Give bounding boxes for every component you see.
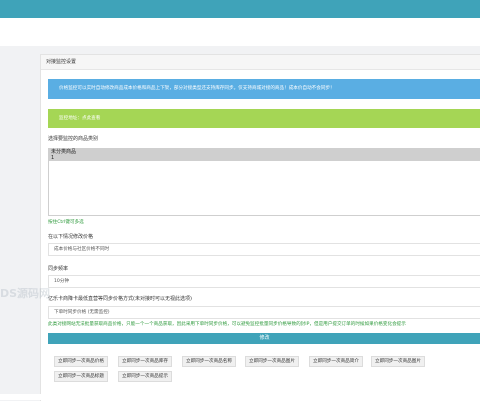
monitor-settings-panel: 对接监控设置 价格监控可以实时自动修改商品成本价格和商品上下架，部分对接类型还支… [40, 54, 480, 401]
sync-name-button[interactable]: 立即同步一次商品名称 [182, 356, 236, 367]
sync-price-button[interactable]: 立即同步一次商品价格 [54, 356, 108, 367]
bottom-bar [0, 394, 480, 400]
info-alert: 价格监控可以实时自动修改商品成本价格和商品上下架，部分对接类型还支持库存同步。仅… [48, 79, 480, 99]
sync-picture-button[interactable]: 立即同步一次商品图片 [371, 356, 425, 367]
sync-stock-button[interactable]: 立即同步一次商品库存 [118, 356, 172, 367]
sync-tip-button[interactable]: 立即同步一次商品提示 [118, 371, 172, 382]
sync-image-button[interactable]: 立即同步一次商品图片 [245, 356, 299, 367]
trade-mode-select[interactable]: 下单时同步价格 (无需监控) [48, 306, 480, 319]
frequency-select[interactable]: 10分钟 [48, 275, 480, 288]
panel-title: 对接监控设置 [41, 55, 480, 70]
submit-button[interactable]: 修改 [48, 333, 480, 344]
sync-intro-button[interactable]: 立即同步一次商品简介 [309, 356, 363, 367]
category-label: 选择要监控的商品类别 [48, 136, 99, 142]
sync-title-button[interactable]: 立即同步一次商品标题 [54, 371, 108, 382]
category-multiselect[interactable]: 未分类商品 1 [48, 148, 480, 216]
monitor-url-alert[interactable]: 监控地址：点此查看 [48, 109, 480, 128]
sub-header-bar [0, 18, 480, 46]
trade-mode-note: 此类对接网站无法批量获取商品价格，只能一个一个商品获取，因此采用下单时同步价格，… [48, 322, 406, 327]
watermark-logo: DS源码网 [0, 287, 51, 300]
price-mode-label: 在以下情况修改价格 [48, 234, 94, 240]
price-mode-select[interactable]: 成本价格与社区价格不同时 [48, 243, 480, 256]
trade-mode-label: 亿乐卡商降卡最低直营等同步价格方式(未对接时可以无视此选项) [48, 296, 192, 302]
frequency-label: 同步频率 [48, 266, 69, 272]
category-option[interactable]: 1 [49, 155, 480, 161]
multiselect-hint: 按住Ctrl键可多选 [48, 220, 84, 225]
top-header-bar [0, 0, 480, 18]
